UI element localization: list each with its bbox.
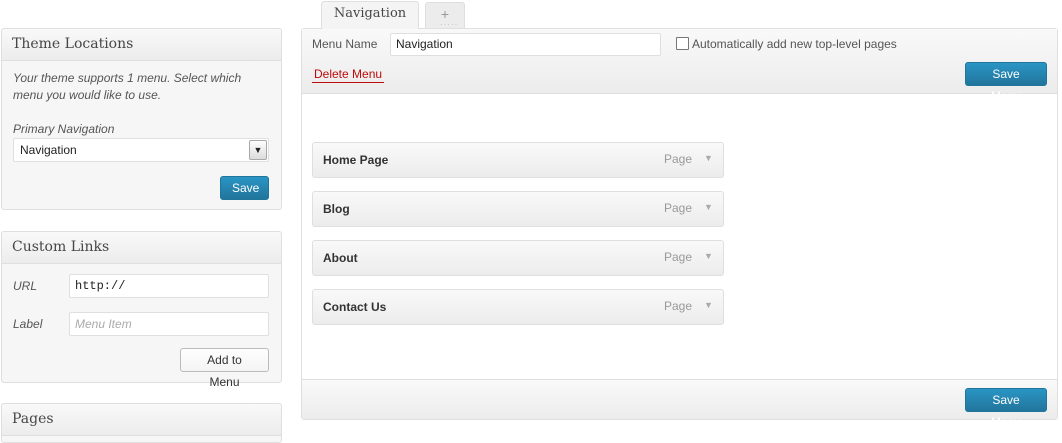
menu-item-title: Contact Us (323, 300, 387, 314)
label-input[interactable]: Menu Item (69, 312, 269, 336)
menu-item-type: Page (664, 152, 693, 166)
auto-add-checkbox[interactable] (676, 37, 689, 50)
tab-navigation-label: Navigation (333, 6, 407, 21)
menu-item-title: Blog (323, 202, 350, 216)
theme-locations-description: Your theme supports 1 menu. Select which… (13, 71, 242, 102)
menu-item-type: Page (664, 250, 693, 264)
menu-item-type: Page (664, 201, 693, 215)
menu-editor-header: Menu Name Navigation Automatically add n… (302, 29, 1057, 103)
theme-locations-box: Theme Locations Your theme supports 1 me… (1, 28, 282, 210)
url-input[interactable]: http:// (69, 274, 269, 298)
auto-add-label[interactable]: Automatically add new top-level pages (692, 37, 897, 51)
add-to-menu-button[interactable]: Add to Menu (180, 348, 269, 389)
triangle-down-icon[interactable]: ▼ (704, 251, 713, 261)
save-menu-button-bottom[interactable]: Save Menu (965, 388, 1047, 429)
triangle-down-icon[interactable]: ▼ (704, 153, 713, 163)
tab-navigation[interactable]: Navigation (321, 1, 419, 29)
menu-editor: Menu Name Navigation Automatically add n… (301, 28, 1058, 429)
triangle-down-icon[interactable]: ▼ (704, 300, 713, 310)
save-locations-button[interactable]: Save (220, 176, 269, 200)
menu-item-title: Home Page (323, 153, 389, 167)
save-menu-button-top[interactable]: Save Menu (965, 62, 1047, 103)
menu-item-type: Page (664, 299, 693, 313)
custom-links-box: Custom Links URL http:// Label Menu Item… (1, 231, 282, 389)
menu-item[interactable]: Home Page Page ▼ (312, 142, 724, 178)
add-menu-tab[interactable]: + ····· (425, 2, 465, 29)
triangle-down-icon[interactable]: ▼ (704, 202, 713, 212)
delete-menu-link[interactable]: Delete Menu (312, 67, 385, 83)
url-label: URL (13, 279, 38, 293)
menu-item[interactable]: Contact Us Page ▼ (312, 289, 724, 325)
menu-name-label: Menu Name (312, 37, 378, 51)
menu-item-title: About (323, 251, 358, 265)
label-label: Label (13, 317, 43, 331)
primary-navigation-selected: Navigation (20, 143, 77, 157)
primary-navigation-label: Primary Navigation (13, 122, 115, 136)
menu-item[interactable]: About Page ▼ (312, 240, 724, 276)
menu-item[interactable]: Blog Page ▼ (312, 191, 724, 227)
menu-editor-footer: Save Menu (302, 379, 1057, 429)
pages-box: Pages (1, 403, 282, 443)
custom-links-title: Custom Links (2, 232, 281, 264)
pages-title[interactable]: Pages (2, 404, 281, 436)
theme-locations-title: Theme Locations (2, 29, 281, 61)
primary-navigation-select[interactable]: Navigation ▼ (13, 138, 269, 162)
chevron-down-icon[interactable]: ▼ (249, 140, 267, 160)
menu-name-input[interactable]: Navigation (390, 33, 661, 56)
